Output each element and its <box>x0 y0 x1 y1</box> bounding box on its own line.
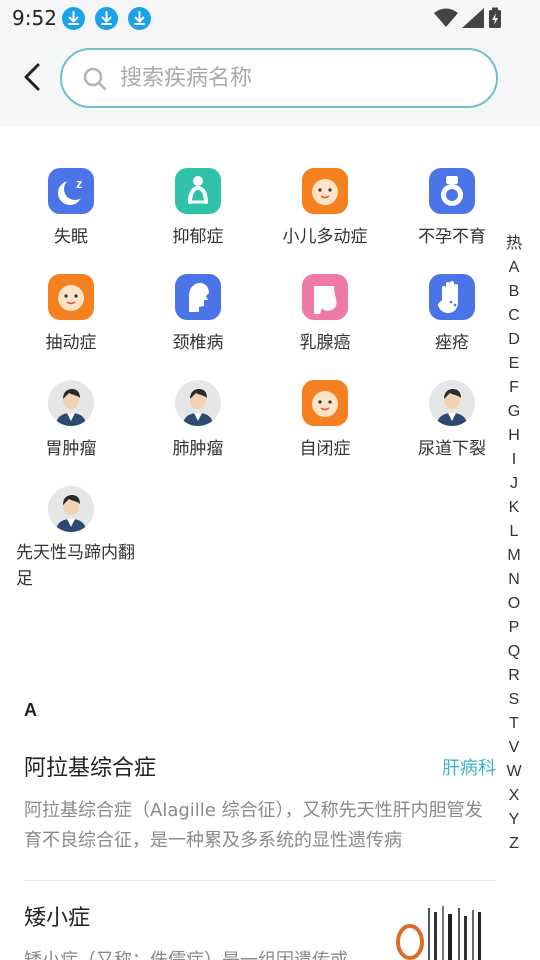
disease-title: 阿拉基综合症 <box>24 756 157 781</box>
hot-item-label: 失眠 <box>54 227 88 247</box>
svg-text:z: z <box>76 176 83 191</box>
index-letter[interactable]: J <box>502 472 526 496</box>
hot-item-label: 肺肿瘤 <box>172 439 224 459</box>
alphabet-index[interactable]: 热ABCDEFGHIJKLMNOPQRSTVWXYZ <box>502 232 526 856</box>
index-letter[interactable]: E <box>502 352 526 376</box>
index-letter[interactable]: V <box>502 736 526 760</box>
disease-list-item[interactable]: 阿拉基综合症 肝病科 阿拉基综合症（Alagille 综合征），又称先天性肝内胆… <box>24 750 496 856</box>
hot-item[interactable]: 痤疮 <box>397 274 507 353</box>
sleep-moon-icon: z <box>48 168 94 214</box>
index-letter[interactable]: N <box>502 568 526 592</box>
hot-item-label: 抑郁症 <box>172 227 224 247</box>
chevron-left-icon <box>24 63 40 91</box>
hot-item-label: 自闭症 <box>299 439 351 459</box>
index-letter[interactable]: B <box>502 280 526 304</box>
neck-icon <box>175 274 221 320</box>
download-icon <box>62 7 85 30</box>
hot-item-label: 抽动症 <box>45 333 97 353</box>
hot-item[interactable]: 尿道下裂 <box>397 380 507 459</box>
status-bar: 9:52 <box>0 0 540 36</box>
search-input[interactable] <box>120 60 480 96</box>
hot-item[interactable]: 先天性马蹄内翻足 <box>16 486 146 592</box>
baby-face-icon <box>48 274 94 320</box>
download-icon <box>128 7 151 30</box>
index-letter[interactable]: R <box>502 664 526 688</box>
back-button[interactable] <box>18 62 48 92</box>
hot-item[interactable]: 抑郁症 <box>143 168 253 247</box>
index-letter[interactable]: Z <box>502 832 526 856</box>
index-letter[interactable]: W <box>502 760 526 784</box>
hot-item-label: 不孕不育 <box>418 227 486 247</box>
doctor-avatar-icon <box>429 380 475 426</box>
search-icon <box>83 67 107 91</box>
hot-item-label: 颈椎病 <box>172 333 224 353</box>
hot-item[interactable]: 胃肿瘤 <box>16 380 126 459</box>
index-letter[interactable]: H <box>502 424 526 448</box>
hot-item[interactable]: 小儿多动症 <box>270 168 380 247</box>
section-header: A <box>24 700 37 720</box>
baby-face-icon <box>302 380 348 426</box>
depressed-person-icon <box>175 168 221 214</box>
index-letter[interactable]: P <box>502 616 526 640</box>
hot-item-label: 胃肿瘤 <box>45 439 97 459</box>
index-letter[interactable]: Y <box>502 808 526 832</box>
hot-item[interactable]: 不孕不育 <box>397 168 507 247</box>
index-letter[interactable]: K <box>502 496 526 520</box>
index-letter[interactable]: A <box>502 256 526 280</box>
index-letter[interactable]: G <box>502 400 526 424</box>
index-letter[interactable]: S <box>502 688 526 712</box>
hot-item[interactable]: 颈椎病 <box>143 274 253 353</box>
disease-department[interactable]: 肝病科 <box>442 754 496 780</box>
acne-hand-icon <box>429 274 475 320</box>
hot-item-label: 痤疮 <box>435 333 469 353</box>
doctor-avatar-icon <box>175 380 221 426</box>
disease-thumbnail-image <box>388 900 494 960</box>
search-header <box>0 36 540 126</box>
index-letter[interactable]: M <box>502 544 526 568</box>
index-letter[interactable]: X <box>502 784 526 808</box>
hot-item-label: 小儿多动症 <box>282 227 368 247</box>
wifi-icon <box>434 8 458 27</box>
index-letter[interactable]: Q <box>502 640 526 664</box>
hot-item[interactable]: z 失眠 <box>16 168 126 247</box>
index-letter[interactable]: L <box>502 520 526 544</box>
hot-item[interactable]: 肺肿瘤 <box>143 380 253 459</box>
hot-item[interactable]: 乳腺癌 <box>270 274 380 353</box>
battery-charging-icon <box>489 7 501 28</box>
hot-item-label: 乳腺癌 <box>299 333 351 353</box>
hot-item[interactable]: 自闭症 <box>270 380 380 459</box>
disease-description: 矮小症（又称：侏儒症）是一组因遗传或 <box>24 946 374 960</box>
status-icons <box>434 7 502 29</box>
download-icon <box>95 7 118 30</box>
doctor-avatar-icon <box>48 486 94 532</box>
hot-item[interactable]: 抽动症 <box>16 274 126 353</box>
hot-item-label: 先天性马蹄内翻足 <box>16 543 135 589</box>
divider <box>24 880 496 881</box>
cell-signal-icon <box>462 8 484 28</box>
search-box[interactable] <box>60 48 498 108</box>
disease-description: 阿拉基综合症（Alagille 综合征），又称先天性肝内胆管发育不良综合征，是一… <box>24 800 483 851</box>
breast-icon <box>302 274 348 320</box>
index-letter[interactable]: D <box>502 328 526 352</box>
index-letter[interactable]: I <box>502 448 526 472</box>
index-letter[interactable]: O <box>502 592 526 616</box>
index-letter[interactable]: 热 <box>502 232 526 256</box>
hot-item-label: 尿道下裂 <box>418 439 486 459</box>
index-letter[interactable]: F <box>502 376 526 400</box>
baby-face-icon <box>302 168 348 214</box>
fertility-icon <box>429 168 475 214</box>
index-letter[interactable]: C <box>502 304 526 328</box>
doctor-avatar-icon <box>48 380 94 426</box>
status-time: 9:52 <box>12 6 57 30</box>
index-letter[interactable]: T <box>502 712 526 736</box>
